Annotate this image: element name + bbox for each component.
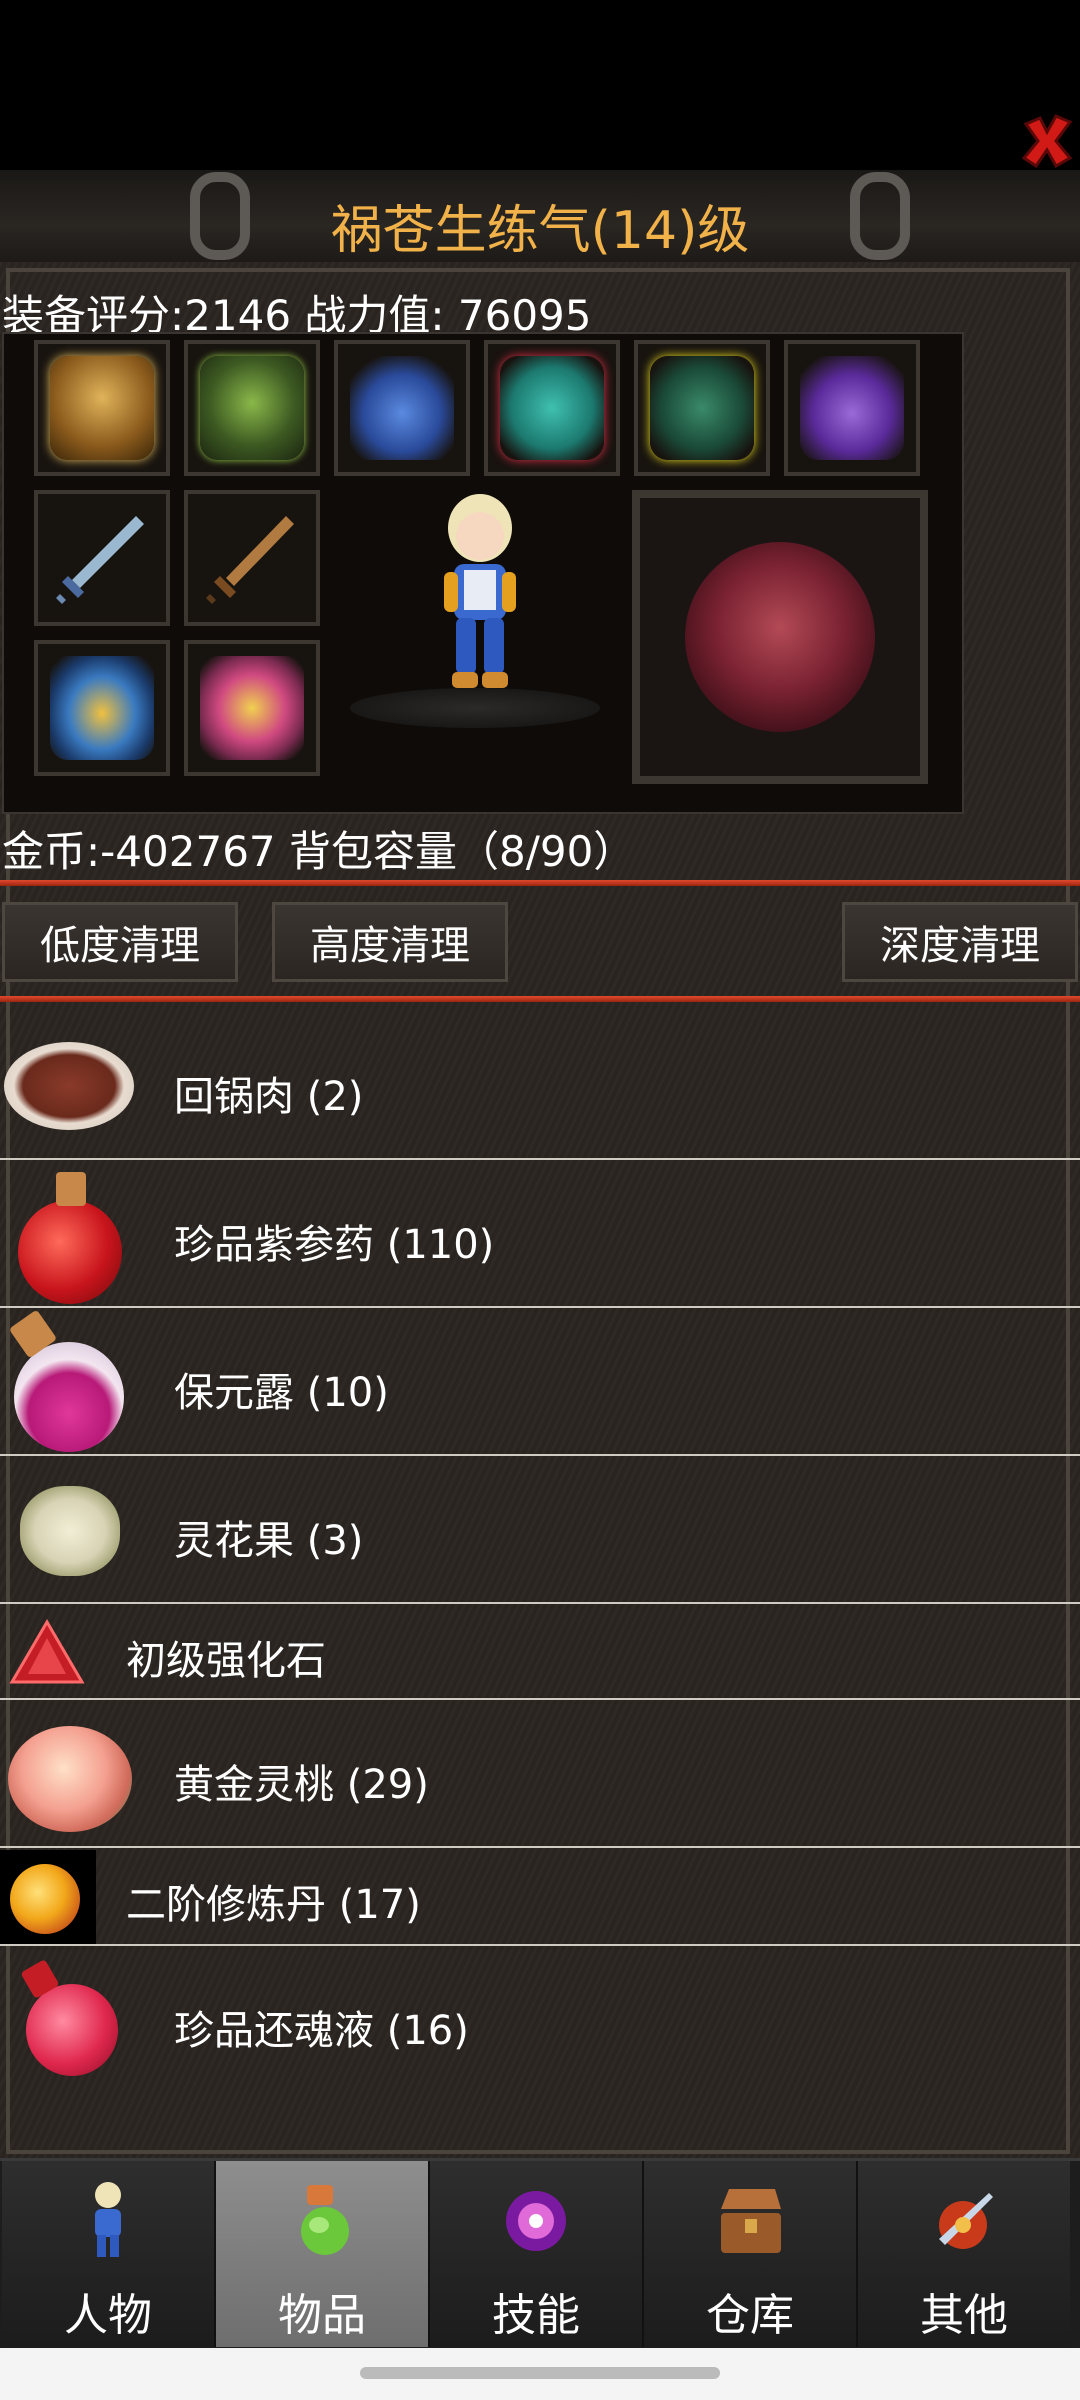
nut-icon xyxy=(20,1486,120,1576)
high-clean-button[interactable]: 高度清理 xyxy=(272,902,508,982)
item-label: 二阶修炼丹 (17) xyxy=(126,1882,421,1928)
equip-slot-ring[interactable] xyxy=(184,640,320,776)
equip-slot-weapon[interactable] xyxy=(34,490,170,626)
belt-icon xyxy=(50,656,154,760)
blade-icon xyxy=(206,516,294,604)
list-item[interactable]: 黄金灵桃 (29) xyxy=(0,1702,1080,1848)
list-item[interactable]: 灵花果 (3) xyxy=(0,1458,1080,1604)
equip-slot-blade[interactable] xyxy=(184,490,320,626)
tab-label: 物品 xyxy=(278,2290,366,2341)
item-label: 珍品还魂液 (16) xyxy=(174,2008,469,2054)
bracer-icon xyxy=(500,356,604,460)
misc-icon xyxy=(939,2193,993,2249)
deep-clean-button[interactable]: 深度清理 xyxy=(842,902,1078,982)
divider-top xyxy=(0,880,1080,886)
bag-icon xyxy=(301,2185,349,2255)
equip-slot-gourd[interactable] xyxy=(784,340,920,476)
tab-character[interactable]: 人物 xyxy=(2,2161,216,2347)
tab-label: 仓库 xyxy=(706,2290,794,2341)
tab-label: 技能 xyxy=(492,2290,580,2341)
character-avatar xyxy=(350,490,610,730)
equip-slot-bracer[interactable] xyxy=(484,340,620,476)
item-label: 保元露 (10) xyxy=(174,1370,389,1416)
tab-label: 其他 xyxy=(920,2290,1008,2341)
divider-bottom xyxy=(0,996,1080,1002)
home-indicator[interactable] xyxy=(360,2367,720,2379)
ring-icon xyxy=(200,656,304,760)
gold-and-capacity: 金币:-402767 背包容量（8/90） xyxy=(2,827,636,876)
tiger-icon xyxy=(685,542,875,732)
equip-slot-necklace[interactable] xyxy=(334,340,470,476)
skill-icon xyxy=(506,2191,566,2251)
item-label: 回锅肉 (2) xyxy=(174,1074,364,1120)
item-label: 珍品紫参药 (110) xyxy=(174,1222,495,1268)
bottom-tab-bar: 人物 物品 技能 仓库 其他 xyxy=(0,2158,1080,2351)
meat-dish-icon xyxy=(4,1042,134,1130)
close-button[interactable] xyxy=(1018,112,1076,170)
mount-slot[interactable] xyxy=(632,490,928,784)
sword-icon xyxy=(56,516,144,604)
necklace-icon xyxy=(350,356,454,460)
list-item[interactable]: 回锅肉 (2) xyxy=(0,1014,1080,1160)
boots-icon xyxy=(650,356,754,460)
list-item[interactable]: 初级强化石 xyxy=(0,1606,1080,1700)
equip-slot-belt[interactable] xyxy=(34,640,170,776)
item-label: 黄金灵桃 (29) xyxy=(174,1762,429,1808)
tab-label: 人物 xyxy=(64,2290,152,2341)
equip-slot-boots[interactable] xyxy=(634,340,770,476)
item-label: 初级强化石 xyxy=(126,1638,326,1684)
armor-icon xyxy=(200,356,304,460)
tab-other[interactable]: 其他 xyxy=(858,2161,1070,2347)
chest-icon xyxy=(721,2189,781,2253)
helmet-icon xyxy=(50,356,154,460)
item-label: 灵花果 (3) xyxy=(174,1518,364,1564)
list-item[interactable]: 保元露 (10) xyxy=(0,1309,1080,1456)
tab-warehouse[interactable]: 仓库 xyxy=(644,2161,858,2347)
tab-skills[interactable]: 技能 xyxy=(430,2161,644,2347)
pink-potion-icon xyxy=(14,1342,124,1452)
equip-slot-helmet[interactable] xyxy=(34,340,170,476)
red-gem-icon xyxy=(9,1619,85,1684)
page-title: 祸苍生练气(14)级 xyxy=(330,201,750,261)
gourd-icon xyxy=(800,356,904,460)
list-item[interactable]: 二阶修炼丹 (17) xyxy=(0,1850,1080,1946)
close-icon xyxy=(1021,114,1073,169)
low-clean-button[interactable]: 低度清理 xyxy=(2,902,238,982)
equip-slot-armor[interactable] xyxy=(184,340,320,476)
list-item[interactable]: 珍品紫参药 (110) xyxy=(0,1162,1080,1308)
character-figure xyxy=(444,494,516,688)
list-item[interactable]: 珍品还魂液 (16) xyxy=(0,1948,1080,2094)
pink-flask-icon xyxy=(26,1984,118,2076)
peach-icon xyxy=(8,1726,132,1832)
orange-pill-icon xyxy=(10,1864,80,1934)
tab-items[interactable]: 物品 xyxy=(216,2161,430,2347)
character-icon xyxy=(95,2182,121,2257)
red-potion-icon xyxy=(18,1200,122,1304)
potion-cork xyxy=(56,1172,86,1206)
